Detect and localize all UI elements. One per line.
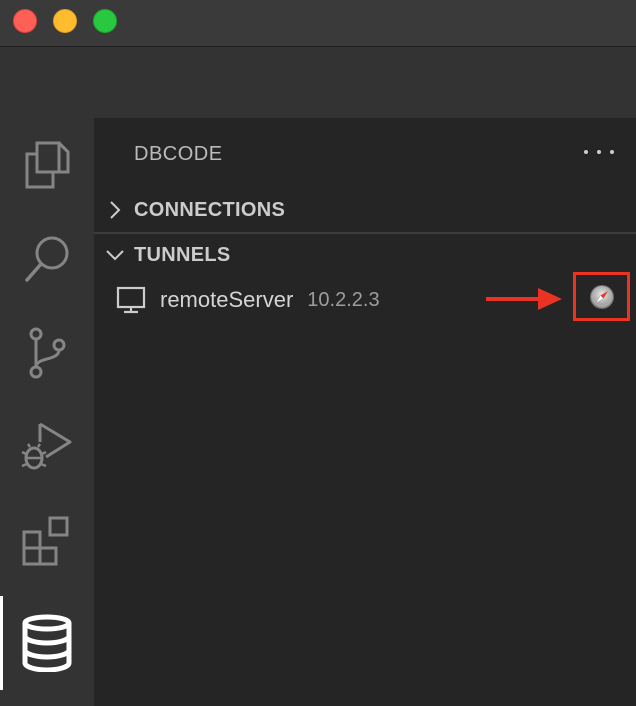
sidebar-dbcode: DBCODE CONNECTIONS TUNNELS remoteServer …	[94, 118, 636, 706]
chevron-right-icon	[104, 200, 126, 220]
activity-bar	[0, 118, 94, 706]
section-label: TUNNELS	[134, 243, 231, 266]
search-icon	[25, 236, 69, 282]
section-divider	[94, 232, 636, 234]
minimize-window-button[interactable]	[53, 9, 77, 33]
tunnel-name: remoteServer	[160, 287, 294, 312]
open-in-browser-action-highlight	[573, 272, 630, 321]
more-actions-button[interactable]	[584, 140, 614, 164]
section-label: CONNECTIONS	[134, 198, 286, 221]
files-icon	[25, 141, 70, 189]
activity-dbcode[interactable]	[0, 596, 94, 690]
run-debug-icon	[21, 422, 72, 470]
annotation-arrow-icon	[486, 288, 562, 310]
monitor-icon	[116, 286, 146, 314]
ellipsis-icon	[584, 150, 588, 154]
app-window: DBCODE CONNECTIONS TUNNELS remoteServer …	[0, 0, 636, 706]
compass-icon[interactable]	[589, 284, 615, 310]
section-connections[interactable]: CONNECTIONS	[94, 190, 636, 230]
source-control-icon	[29, 327, 66, 379]
activity-source-control[interactable]	[0, 306, 94, 400]
activity-search[interactable]	[0, 212, 94, 306]
database-icon	[22, 614, 72, 672]
close-window-button[interactable]	[13, 9, 37, 33]
activity-explorer[interactable]	[0, 118, 94, 212]
extensions-icon	[22, 516, 69, 566]
toolbar-area	[0, 47, 636, 118]
zoom-window-button[interactable]	[93, 9, 117, 33]
activity-run-debug[interactable]	[0, 400, 94, 494]
sidebar-title: DBCODE	[134, 143, 223, 165]
section-tunnels[interactable]: TUNNELS	[94, 235, 636, 275]
tunnel-host: 10.2.2.3	[307, 288, 380, 311]
chevron-down-icon	[104, 249, 126, 261]
title-bar	[0, 0, 636, 47]
activity-extensions[interactable]	[0, 494, 94, 588]
